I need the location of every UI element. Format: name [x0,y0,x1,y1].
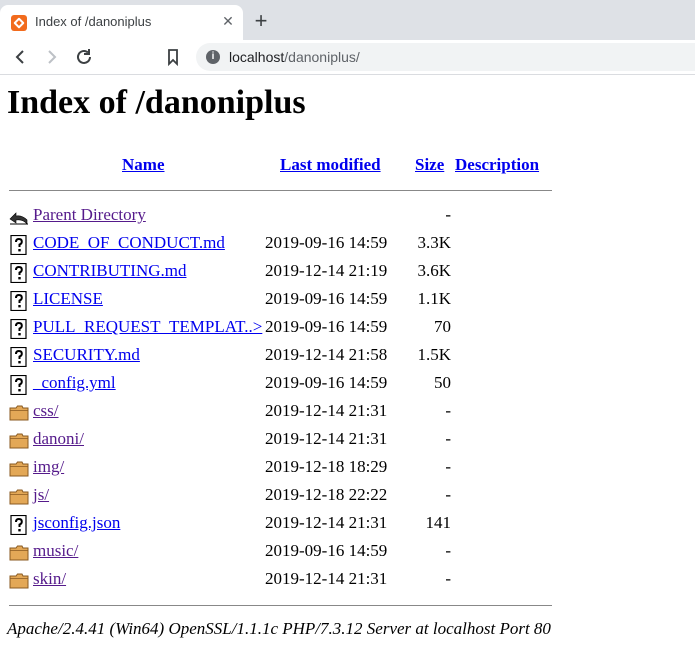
tab-close-icon[interactable]: ✕ [219,12,237,30]
unknown-file-icon [9,262,29,284]
address-bar[interactable]: i localhost/danoniplus/ [196,43,695,71]
reload-icon[interactable] [72,45,96,69]
table-row: LICENSE 2019-09-16 14:59 1.1K [7,288,567,316]
last-modified-cell: 2019-12-18 22:22 [265,485,388,504]
file-link[interactable]: css/ [33,401,59,421]
file-link[interactable]: CODE_OF_CONDUCT.md [33,233,225,253]
last-modified-cell: 2019-12-14 21:19 [265,261,388,280]
table-row: PULL_REQUEST_TEMPLAT..> 2019-09-16 14:59 7… [7,316,567,344]
unknown-file-icon [9,234,29,256]
unknown-file-icon [9,346,29,368]
file-link[interactable]: PULL_REQUEST_TEMPLAT..> [33,317,262,337]
table-row: music/2019-09-16 14:59 - [7,540,567,568]
size-cell: 70 [434,317,451,336]
bookmark-icon[interactable] [161,45,185,69]
tab-strip: Index of /danoniplus ✕ + [0,0,695,40]
tab-title: Index of /danoniplus [35,14,152,29]
url-path: /danoniplus/ [284,49,360,65]
size-cell: - [445,401,451,420]
sort-by-last-modified-link[interactable]: Last modified [280,155,381,175]
sort-by-description-link[interactable]: Description [455,155,539,175]
file-link[interactable]: music/ [33,541,78,561]
file-link[interactable]: Parent Directory [33,205,146,225]
file-link[interactable]: SECURITY.md [33,345,140,365]
table-row: skin/2019-12-14 21:31 - [7,568,567,596]
size-cell: - [445,429,451,448]
browser-toolbar: i localhost/danoniplus/ [0,40,695,75]
site-info-icon[interactable]: i [206,50,220,64]
table-row: SECURITY.md 2019-12-14 21:58 1.5K [7,344,567,372]
url-text[interactable]: localhost/danoniplus/ [229,49,360,65]
table-row: img/2019-12-18 18:29 - [7,456,567,484]
folder-icon [9,459,29,479]
unknown-file-icon [9,514,29,536]
table-row: js/2019-12-18 22:22 - [7,484,567,512]
new-tab-icon[interactable]: + [249,10,273,34]
page-title: Index of /danoniplus [7,84,306,121]
folder-icon [9,571,29,591]
file-link[interactable]: img/ [33,457,64,477]
url-host: localhost [229,49,285,65]
sort-by-name-link[interactable]: Name [122,155,164,175]
size-cell: 1.1K [417,289,451,308]
size-cell: - [445,485,451,504]
back-icon [9,207,29,227]
table-row: CONTRIBUTING.md 2019-12-14 21:19 3.6K [7,260,567,288]
folder-icon [9,543,29,563]
file-link[interactable]: js/ [33,485,49,505]
file-link[interactable]: danoni/ [33,429,84,449]
last-modified-cell: 2019-12-14 21:31 [265,429,388,448]
browser-tab[interactable]: Index of /danoniplus ✕ [0,5,243,40]
table-row: Parent Directory - [7,204,567,232]
size-cell: 141 [425,513,452,532]
size-cell: 50 [434,373,451,392]
size-cell: - [445,457,451,476]
last-modified-cell: 2019-12-18 18:29 [265,457,388,476]
table-row: _config.yml 2019-09-16 14:59 50 [7,372,567,400]
table-row: jsconfig.json 2019-12-14 21:31 141 [7,512,567,540]
unknown-file-icon [9,290,29,312]
last-modified-cell: 2019-09-16 14:59 [265,317,388,336]
size-cell: 3.3K [417,233,451,252]
size-cell: 1.5K [417,345,451,364]
table-row: CODE_OF_CONDUCT.md 2019-09-16 14:59 3.3K [7,232,567,260]
file-link[interactable]: CONTRIBUTING.md [33,261,186,281]
last-modified-cell: 2019-09-16 14:59 [265,289,388,308]
last-modified-cell: 2019-12-14 21:31 [265,513,388,532]
last-modified-cell: 2019-12-14 21:31 [265,401,388,420]
folder-icon [9,487,29,507]
last-modified-cell: 2019-09-16 14:59 [265,541,388,560]
table-row: danoni/2019-12-14 21:31 - [7,428,567,456]
footer-divider [9,605,552,606]
file-link[interactable]: _config.yml [33,373,116,393]
last-modified-cell: 2019-12-14 21:58 [265,345,388,364]
last-modified-cell: 2019-12-14 21:31 [265,569,388,588]
size-cell: - [445,205,451,224]
folder-icon [9,403,29,423]
file-link[interactable]: skin/ [33,569,66,589]
file-link[interactable]: LICENSE [33,289,103,309]
size-cell: - [445,569,451,588]
unknown-file-icon [9,318,29,340]
file-link[interactable]: jsconfig.json [33,513,120,533]
last-modified-cell: 2019-09-16 14:59 [265,373,388,392]
last-modified-cell: 2019-09-16 14:59 [265,233,388,252]
folder-icon [9,431,29,451]
xampp-favicon-icon [11,15,27,31]
size-cell: 3.6K [417,261,451,280]
unknown-file-icon [9,374,29,396]
size-cell: - [445,541,451,560]
forward-arrow-icon[interactable] [40,45,64,69]
header-divider [9,190,552,191]
server-signature: Apache/2.4.41 (Win64) OpenSSL/1.1.1c PHP… [7,619,551,638]
sort-by-size-link[interactable]: Size [415,155,444,175]
table-row: css/2019-12-14 21:31 - [7,400,567,428]
back-arrow-icon[interactable] [8,45,32,69]
